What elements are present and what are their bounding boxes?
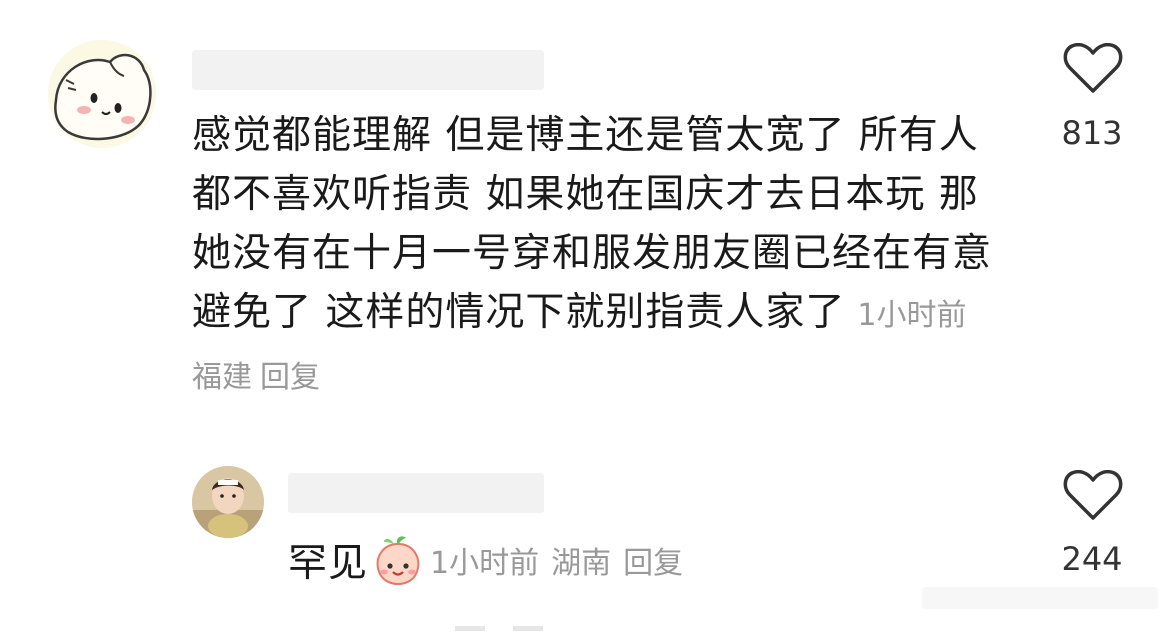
like-button[interactable] xyxy=(1063,42,1123,95)
comment-body: 感觉都能理解 但是博主还是管太宽了 所有人都不喜欢听指责 如果她在国庆才去日本玩… xyxy=(192,106,992,407)
watermark xyxy=(922,583,1158,613)
peach-smile-emoji-icon xyxy=(376,536,420,586)
avatar[interactable] xyxy=(192,466,264,538)
comment-location: 湖南 xyxy=(551,546,612,581)
next-comment-peek xyxy=(455,616,545,631)
reply-button[interactable]: 回复 xyxy=(623,546,683,581)
cartoon-avatar-icon xyxy=(48,40,156,148)
username-redacted[interactable] xyxy=(192,50,544,90)
child-photo-avatar-icon xyxy=(192,466,264,538)
like-button[interactable] xyxy=(1063,469,1123,522)
heart-outline-icon xyxy=(1063,42,1123,93)
comment-time: 1小时前 xyxy=(857,298,967,333)
avatar[interactable] xyxy=(48,40,156,148)
username-redacted[interactable] xyxy=(288,473,544,513)
cropped-content-icon xyxy=(455,626,543,631)
like-count: 244 xyxy=(1061,540,1123,578)
comment-text: 罕见 xyxy=(288,541,369,586)
comment-location: 福建 xyxy=(192,360,252,395)
reply-button[interactable]: 回复 xyxy=(260,360,320,395)
comment-body: 罕见 1小时前 湖南 回复 xyxy=(288,534,695,586)
heart-outline-icon xyxy=(1063,469,1123,520)
like-count: 813 xyxy=(1061,114,1123,152)
watermark-icon xyxy=(922,587,1158,609)
comment-time: 1小时前 xyxy=(430,546,540,581)
comment-meta: 1小时前 湖南 回复 xyxy=(430,538,695,582)
